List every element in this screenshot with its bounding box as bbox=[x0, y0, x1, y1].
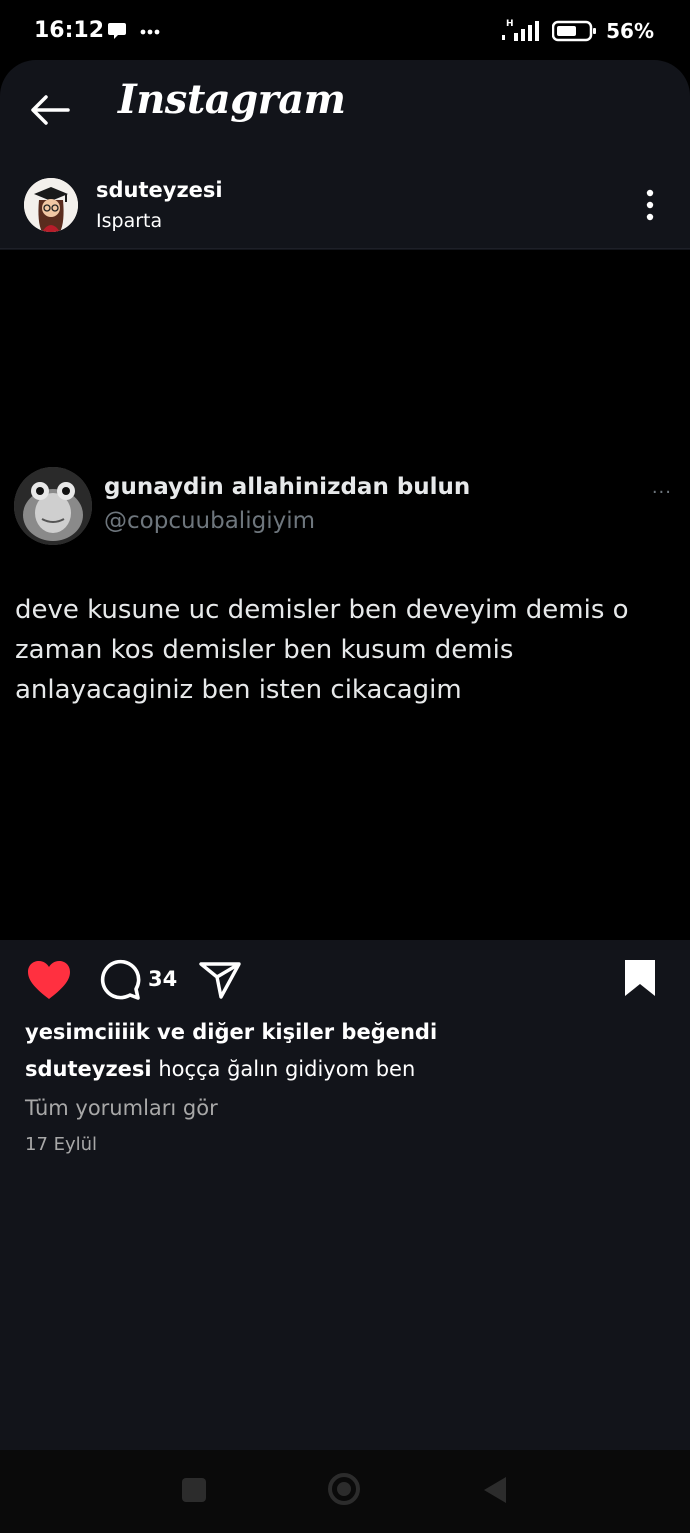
recents-button[interactable] bbox=[182, 1478, 206, 1502]
tweet-more-icon: ··· bbox=[651, 482, 672, 503]
like-button[interactable] bbox=[26, 959, 72, 1001]
comment-count: 34 bbox=[148, 967, 178, 991]
caption-text: hoççа ğalın gidiyom ben bbox=[158, 1057, 416, 1081]
notification-icons bbox=[107, 20, 163, 46]
post-image[interactable]: gunaydin allahinizdan bulun @copcuubalig… bbox=[0, 250, 690, 940]
likes-summary[interactable]: yesimciiiik ve diğer kişiler beğendi bbox=[25, 1020, 437, 1044]
triangle-back-icon bbox=[484, 1477, 506, 1503]
home-circle-icon bbox=[328, 1473, 360, 1505]
battery-icon bbox=[552, 20, 597, 42]
bookmark-filled-icon bbox=[625, 960, 655, 996]
avatar[interactable] bbox=[24, 178, 78, 232]
svg-text:H: H bbox=[506, 19, 514, 29]
back-button[interactable] bbox=[28, 92, 72, 128]
chat-icon bbox=[108, 23, 126, 39]
tweet-text: deve kusune uc demisler ben deveyim demi… bbox=[15, 595, 629, 705]
system-back-button[interactable] bbox=[480, 1474, 508, 1506]
caption: sduteyzesi hoççа ğalın gidiyom ben bbox=[25, 1057, 415, 1081]
more-options-button[interactable] bbox=[640, 188, 660, 222]
post-screen: Instagram sduteyzesi Isparta gunaydin al… bbox=[0, 60, 690, 1450]
system-nav-bar bbox=[0, 1450, 690, 1533]
post-location[interactable]: Isparta bbox=[96, 210, 162, 232]
more-vertical-icon bbox=[646, 189, 654, 221]
tweet-handle: @copcuubaligiyim bbox=[104, 508, 315, 534]
status-time: 16:12 bbox=[34, 18, 105, 43]
tweet-display-name: gunaydin allahinizdan bulun bbox=[104, 474, 471, 500]
post-date: 17 Eylül bbox=[25, 1134, 98, 1155]
battery-percent: 56% bbox=[606, 19, 654, 43]
post-username[interactable]: sduteyzesi bbox=[96, 178, 223, 202]
heart-filled-icon bbox=[28, 961, 70, 999]
post-author-bar: sduteyzesi Isparta bbox=[0, 172, 690, 249]
signal-icon: H bbox=[502, 19, 540, 41]
tweet-avatar bbox=[14, 467, 92, 545]
frog-avatar-icon bbox=[14, 467, 92, 545]
app-header: Instagram bbox=[0, 60, 690, 160]
caption-username[interactable]: sduteyzesi bbox=[25, 1057, 152, 1081]
comment-button[interactable] bbox=[98, 959, 142, 1001]
status-right: H 56% bbox=[498, 17, 654, 45]
graduate-avatar-icon bbox=[24, 178, 78, 232]
comment-icon bbox=[100, 959, 141, 1000]
share-button[interactable] bbox=[198, 959, 242, 1001]
post-actions: 34 bbox=[0, 955, 690, 1015]
arrow-left-icon bbox=[31, 95, 70, 125]
view-all-comments-link[interactable]: Tüm yorumları gör bbox=[25, 1096, 218, 1120]
status-bar: 16:12 H 56% bbox=[0, 0, 690, 62]
home-button[interactable] bbox=[327, 1472, 361, 1506]
instagram-logo: Instagram bbox=[118, 76, 346, 123]
save-button[interactable] bbox=[622, 957, 658, 999]
send-icon bbox=[199, 962, 241, 999]
